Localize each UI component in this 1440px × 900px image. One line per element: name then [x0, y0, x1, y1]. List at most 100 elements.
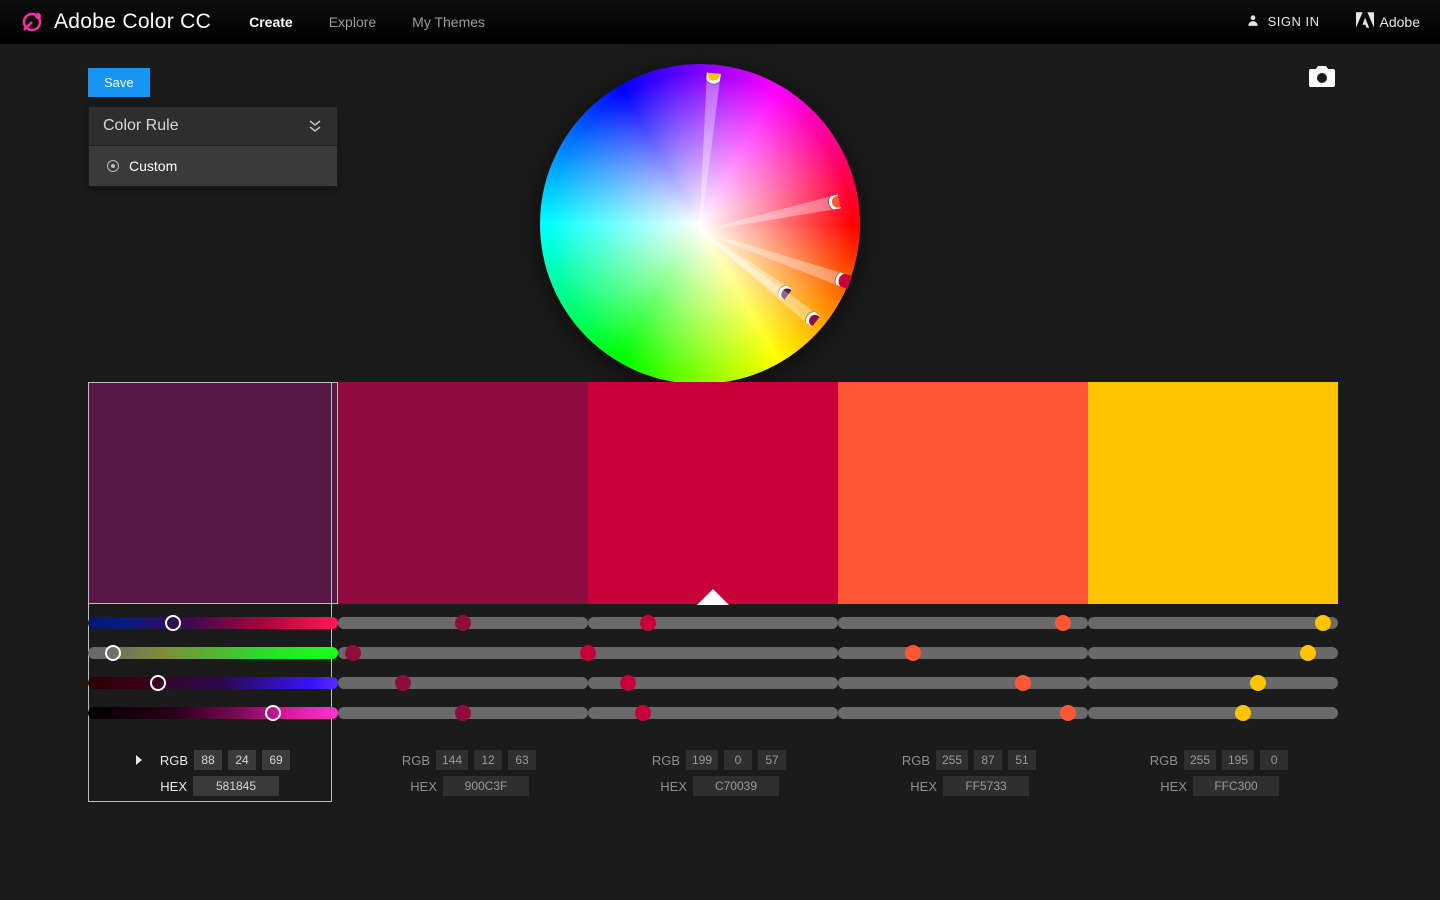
slider-track[interactable] [588, 707, 838, 719]
slider-handle[interactable] [905, 645, 921, 661]
slider-handle[interactable] [165, 615, 181, 631]
swatch[interactable] [1088, 382, 1338, 604]
rgb-value[interactable]: 255 [1184, 750, 1216, 770]
rgb-value[interactable]: 144 [436, 750, 468, 770]
rgb-value[interactable]: 0 [724, 750, 752, 770]
slider-track[interactable] [588, 647, 838, 659]
swatch[interactable] [838, 382, 1088, 604]
rgb-label: RGB [390, 753, 430, 768]
hex-value[interactable]: FFC300 [1193, 776, 1279, 796]
slider-track[interactable] [838, 617, 1088, 629]
rgb-label: RGB [148, 753, 188, 768]
slider-handle[interactable] [105, 645, 121, 661]
base-color-marker-icon [697, 589, 729, 605]
arrow-right-icon[interactable] [136, 755, 142, 765]
slider-cell [588, 644, 838, 662]
slider-handle[interactable] [395, 675, 411, 691]
wheel-handle[interactable] [803, 308, 828, 333]
chevron-down-icon [307, 119, 323, 133]
slider-handle[interactable] [345, 645, 361, 661]
slider-handle[interactable] [455, 615, 471, 631]
color-rule-header[interactable]: Color Rule [89, 107, 337, 146]
rgb-value[interactable]: 51 [1008, 750, 1036, 770]
slider-handle[interactable] [1250, 675, 1266, 691]
swatch[interactable] [588, 382, 838, 604]
color-wheel[interactable] [540, 64, 860, 384]
slider-track[interactable] [838, 677, 1088, 689]
slider-track[interactable] [588, 617, 838, 629]
rgb-value[interactable]: 87 [974, 750, 1002, 770]
nav-my-themes[interactable]: My Themes [412, 14, 485, 30]
camera-button[interactable] [1308, 66, 1336, 88]
hex-value[interactable]: FF5733 [943, 776, 1029, 796]
stage: Save Color Rule Custom RGB882469HEX581 [0, 44, 1440, 900]
slider-track[interactable] [338, 647, 588, 659]
rgb-value[interactable]: 255 [936, 750, 968, 770]
slider-handle[interactable] [455, 705, 471, 721]
slider-handle[interactable] [1015, 675, 1031, 691]
slider-handle[interactable] [1055, 615, 1071, 631]
rgb-value[interactable]: 195 [1222, 750, 1254, 770]
slider-handle[interactable] [620, 675, 636, 691]
color-rule-option-custom[interactable]: Custom [89, 146, 337, 186]
slider-track[interactable] [88, 707, 338, 719]
slider-track[interactable] [88, 647, 338, 659]
hex-value[interactable]: 900C3F [443, 776, 529, 796]
swatch-row [88, 382, 1338, 604]
slider-track[interactable] [338, 707, 588, 719]
slider-track[interactable] [1088, 647, 1338, 659]
slider-cell [1088, 644, 1338, 662]
slider-track[interactable] [338, 617, 588, 629]
slider-handle[interactable] [150, 675, 166, 691]
rgb-value[interactable]: 12 [474, 750, 502, 770]
swatch[interactable] [88, 382, 338, 604]
rgb-value[interactable]: 199 [686, 750, 718, 770]
slider-track[interactable] [338, 677, 588, 689]
hex-value[interactable]: C70039 [693, 776, 779, 796]
color-rule-panel: Color Rule Custom [88, 106, 338, 187]
slider-handle[interactable] [635, 705, 651, 721]
slider-handle[interactable] [1235, 705, 1251, 721]
slider-track[interactable] [838, 707, 1088, 719]
slider-row [88, 674, 1338, 692]
slider-cell [338, 614, 588, 632]
slider-handle[interactable] [1300, 645, 1316, 661]
slider-track[interactable] [1088, 617, 1338, 629]
slider-cell [588, 674, 838, 692]
wheel-handle[interactable] [704, 64, 724, 84]
slider-handle[interactable] [265, 705, 281, 721]
nav-create[interactable]: Create [249, 14, 293, 30]
adobe-link[interactable]: Adobe [1356, 12, 1420, 31]
slider-handle[interactable] [1060, 705, 1076, 721]
nav-explore[interactable]: Explore [329, 14, 376, 30]
swatch[interactable] [338, 382, 588, 604]
wheel-arm[interactable] [696, 225, 821, 327]
slider-track[interactable] [838, 647, 1088, 659]
wheel-arm[interactable] [699, 195, 841, 238]
value-column: RGB199057HEXC70039 [588, 744, 838, 802]
slider-track[interactable] [1088, 677, 1338, 689]
slider-handle[interactable] [640, 615, 656, 631]
slider-track[interactable] [88, 617, 338, 629]
sign-in-button[interactable]: SIGN IN [1246, 13, 1320, 30]
slider-track[interactable] [88, 677, 338, 689]
rgb-value[interactable]: 63 [508, 750, 536, 770]
hex-value[interactable]: 581845 [193, 776, 279, 796]
save-button[interactable]: Save [88, 68, 150, 97]
slider-cell [88, 674, 338, 692]
rgb-value[interactable]: 69 [262, 750, 290, 770]
sign-in-label: SIGN IN [1268, 14, 1320, 29]
value-column: RGB882469HEX581845 [88, 744, 338, 802]
wheel-handle[interactable] [828, 191, 849, 212]
slider-handle[interactable] [580, 645, 596, 661]
wheel-handle[interactable] [833, 268, 861, 296]
rgb-value[interactable]: 88 [194, 750, 222, 770]
rgb-value[interactable]: 57 [758, 750, 786, 770]
slider-track[interactable] [588, 677, 838, 689]
slider-handle[interactable] [1315, 615, 1331, 631]
wheel-arm[interactable] [693, 73, 721, 232]
slider-cell [88, 704, 338, 722]
slider-track[interactable] [1088, 707, 1338, 719]
rgb-value[interactable]: 24 [228, 750, 256, 770]
rgb-value[interactable]: 0 [1260, 750, 1288, 770]
